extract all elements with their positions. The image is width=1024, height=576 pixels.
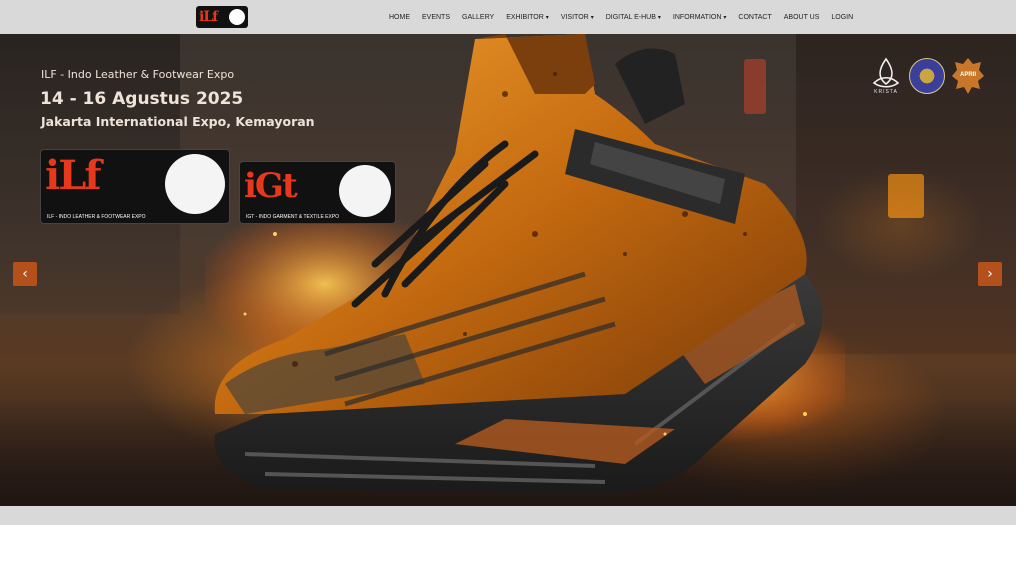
nav-item-label: CONTACT bbox=[738, 13, 772, 21]
nav-item-label: LOGIN bbox=[831, 13, 854, 21]
nav-item-contact[interactable]: CONTACT bbox=[738, 14, 771, 21]
nav-item-label: VISITOR bbox=[560, 13, 589, 21]
krista-logo-label: KRISTA bbox=[874, 89, 898, 95]
nav-item-label: GALLERY bbox=[462, 13, 495, 21]
nav-item-label: EVENTS bbox=[422, 13, 451, 21]
nav-item-exhibitor[interactable]: EXHIBITOR ▾ bbox=[506, 14, 549, 21]
igt-logo-title: iGt bbox=[244, 166, 298, 206]
chevron-down-icon: ▾ bbox=[545, 14, 549, 21]
chevron-down-icon: ▾ bbox=[723, 14, 727, 21]
association-seal-icon bbox=[909, 58, 945, 94]
hero-event-venue: Jakarta International Expo, Kemayoran bbox=[41, 114, 315, 129]
hero-carousel: ILF - Indo Leather & Footwear Expo 14 - … bbox=[0, 34, 1016, 506]
top-navbar: iLf HOME EVENTS GALLERY EXHIBITOR ▾ VISITOR ▾ D… bbox=[0, 0, 1016, 34]
ilf-logo-subtitle: ILF - INDO LEATHER & FOOTWEAR EXPO bbox=[47, 214, 146, 220]
section-divider-strip bbox=[0, 506, 1016, 525]
nav-item-login[interactable]: LOGIN bbox=[831, 14, 853, 21]
nav-item-label: ABOUT US bbox=[783, 13, 820, 21]
logo-emblem bbox=[229, 9, 245, 25]
nav-item-gallery[interactable]: GALLERY bbox=[462, 14, 494, 21]
chevron-down-icon: ▾ bbox=[590, 14, 594, 21]
nav-item-digital-e-hub[interactable]: DIGITAL E-HUB ▾ bbox=[606, 14, 661, 21]
ilf-logo-emblem bbox=[165, 154, 225, 214]
hero-sneaker-image bbox=[205, 34, 845, 494]
nav-menu: HOME EVENTS GALLERY EXHIBITOR ▾ VISITOR ▾ DIGIT… bbox=[389, 0, 865, 34]
nav-item-home[interactable]: HOME bbox=[389, 14, 410, 21]
igt-logo-emblem bbox=[339, 165, 391, 217]
background-neon-sign bbox=[888, 174, 924, 218]
ilf-logo: iLf ILF - INDO LEATHER & FOOTWEAR EXPO bbox=[40, 149, 230, 224]
nav-item-information[interactable]: INFORMATION ▾ bbox=[673, 14, 727, 21]
nav-item-label: INFORMATION bbox=[672, 13, 722, 21]
igt-logo-subtitle: IGT - INDO GARMENT & TEXTILE EXPO bbox=[246, 214, 340, 220]
nav-item-events[interactable]: EVENTS bbox=[422, 14, 450, 21]
nav-item-visitor[interactable]: VISITOR ▾ bbox=[561, 14, 594, 21]
ilf-logo-title: iLf bbox=[45, 152, 102, 199]
aprii-logo-label: APRII bbox=[959, 72, 976, 78]
carousel-prev-button[interactable]: ‹ bbox=[13, 262, 37, 286]
nav-item-label: HOME bbox=[389, 13, 410, 21]
igt-logo: iGt IGT - INDO GARMENT & TEXTILE EXPO bbox=[239, 161, 396, 224]
hero-event-name: ILF - Indo Leather & Footwear Expo bbox=[41, 68, 235, 81]
site-logo-text: iLf bbox=[199, 9, 218, 25]
carousel-next-button[interactable]: › bbox=[978, 262, 1002, 286]
site-logo[interactable]: iLf bbox=[196, 6, 248, 28]
nav-item-about-us[interactable]: ABOUT US bbox=[784, 14, 820, 21]
nav-item-label: EXHIBITOR bbox=[506, 13, 544, 21]
nav-item-label: DIGITAL E-HUB bbox=[605, 13, 656, 21]
chevron-down-icon: ▾ bbox=[657, 14, 661, 21]
hero-event-date: 14 - 16 Agustus 2025 bbox=[40, 89, 244, 109]
